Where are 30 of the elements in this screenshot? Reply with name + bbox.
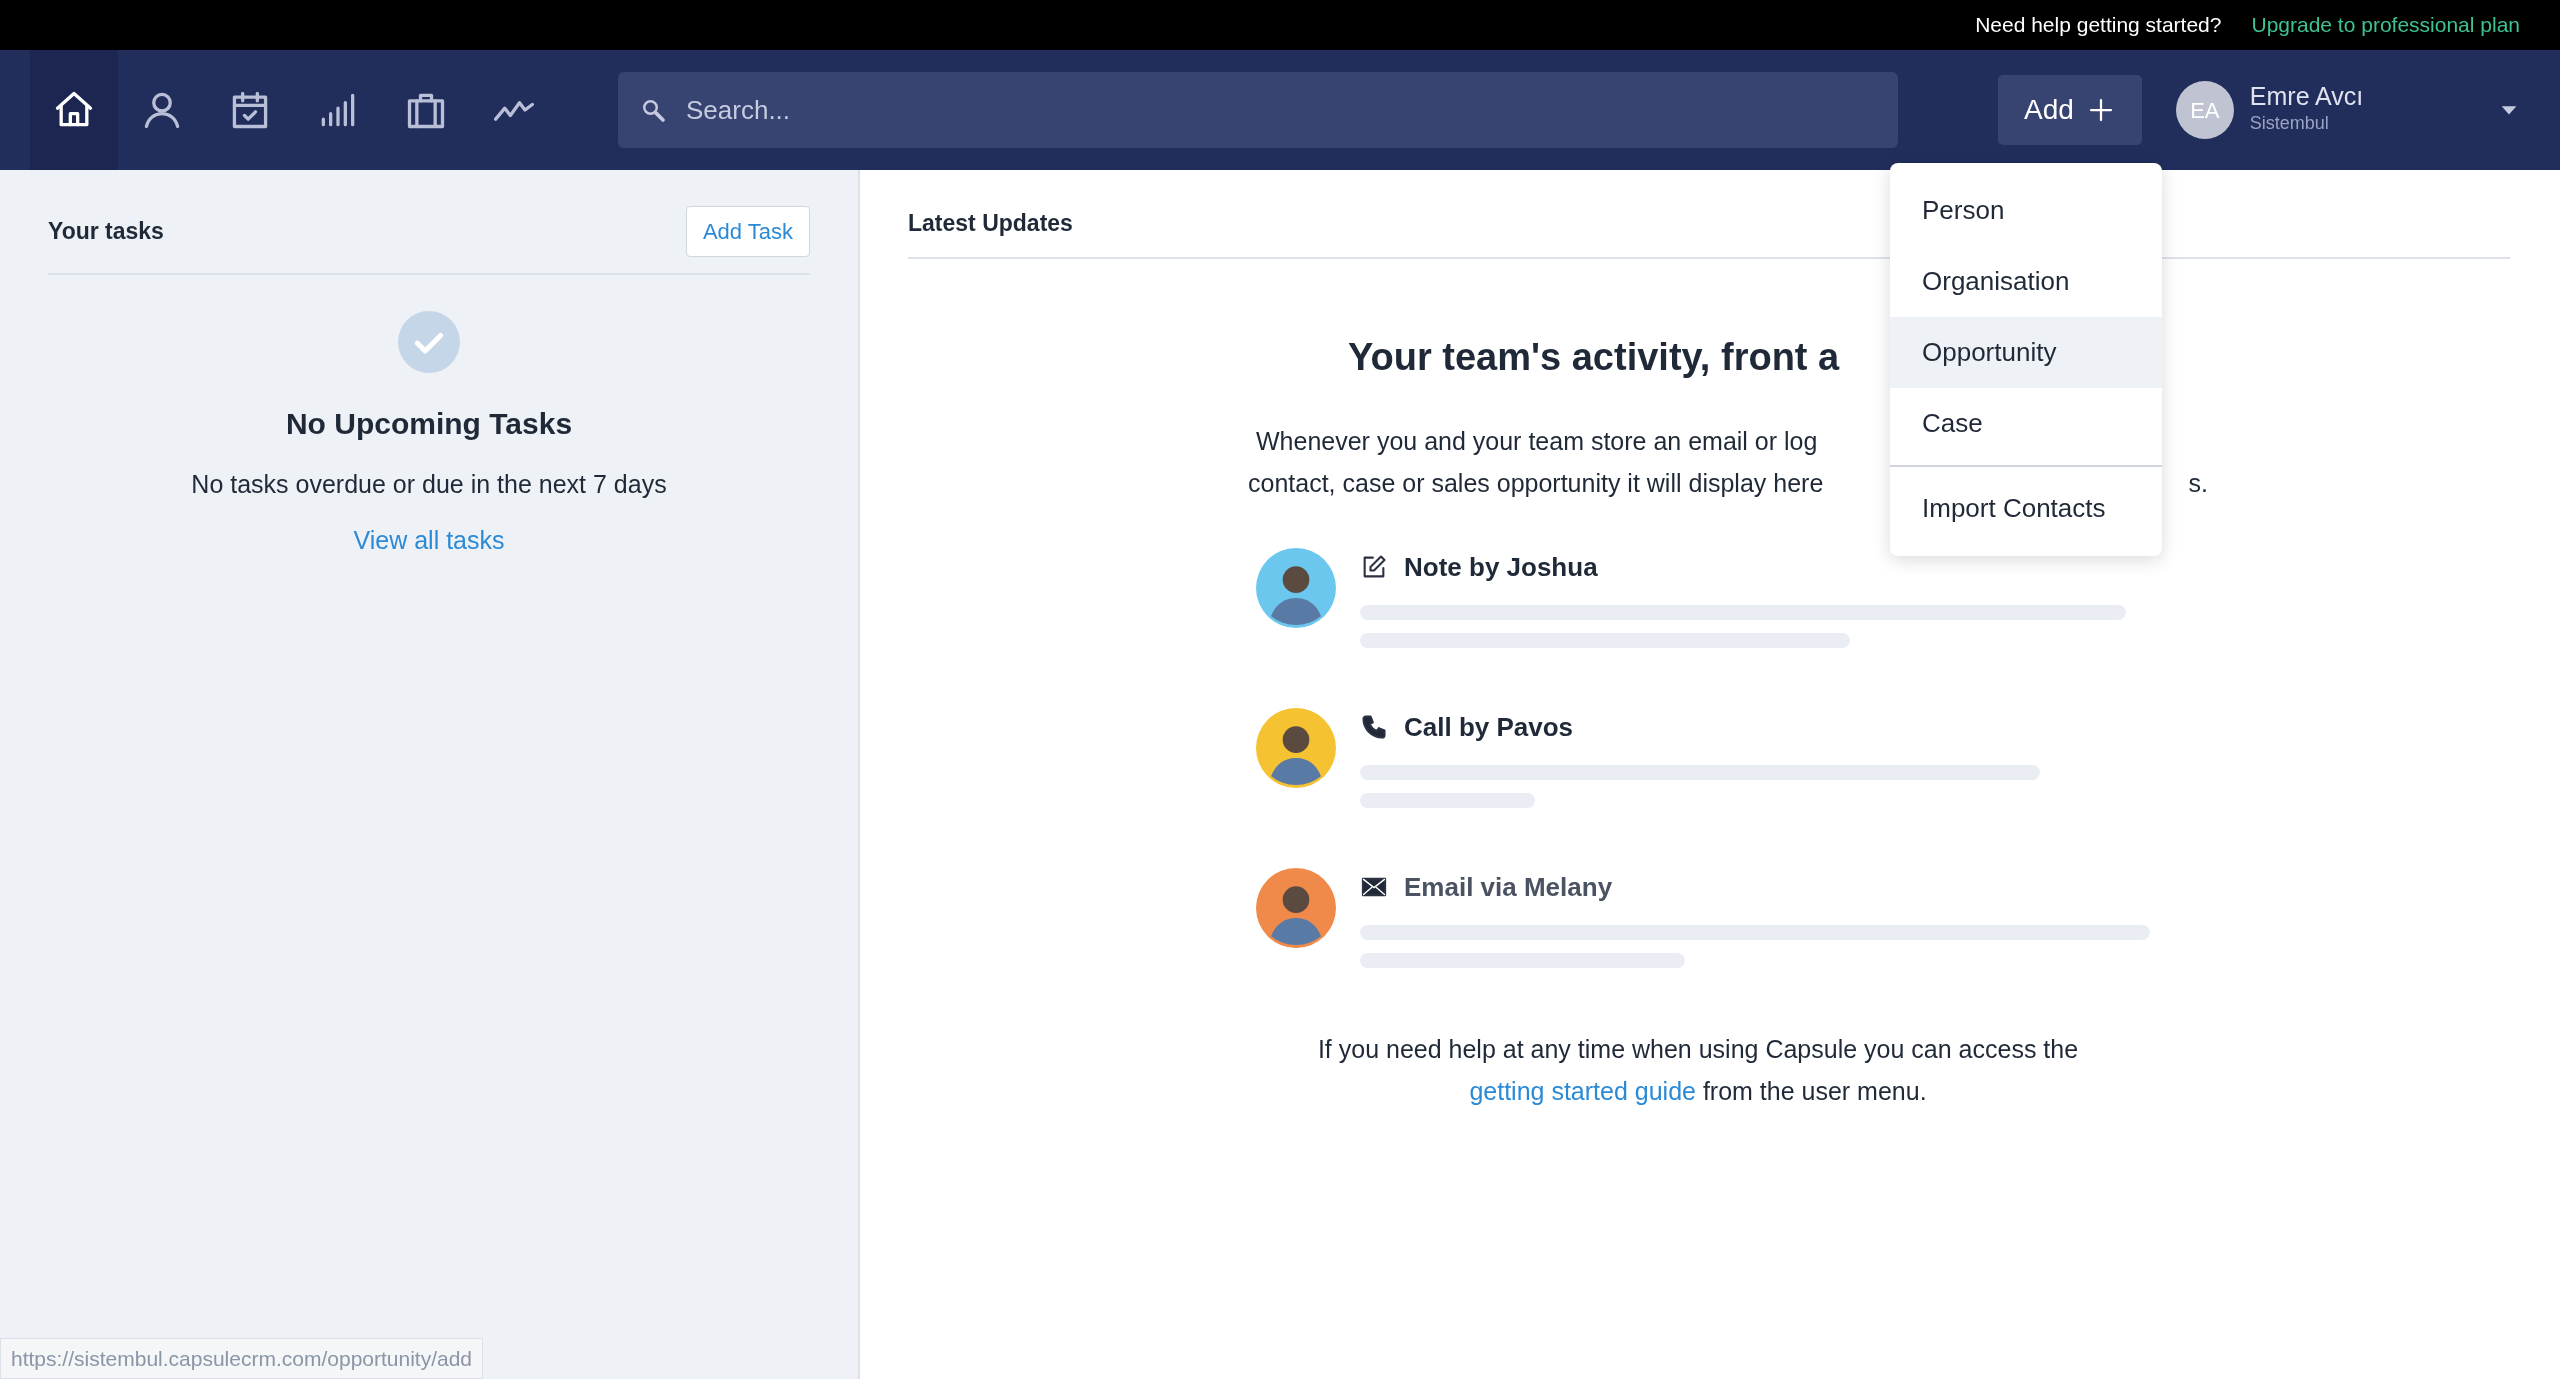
panel-title: Your tasks bbox=[48, 217, 164, 247]
empty-title: No Upcoming Tasks bbox=[285, 406, 573, 442]
help-text: Need help getting started? bbox=[1975, 12, 2222, 39]
intro-text: s. bbox=[2188, 467, 2208, 499]
menu-item[interactable]: Opportunity bbox=[1890, 317, 2162, 388]
activity-heading: Your team's activity, front a bbox=[1348, 334, 1840, 380]
help-text: If you need help at any time when using Capsule you can access the getting started guide from the user menu. bbox=[1316, 1033, 2080, 1107]
activity-title: Call by Pavos bbox=[1404, 710, 1574, 744]
status-url: https://sistembul.capsulecrm.com/opportunity/add bbox=[0, 1337, 484, 1379]
intro-text: contact, case or sales opportunity it will display here bbox=[1248, 467, 1824, 499]
check-circle-icon bbox=[398, 311, 460, 373]
menu-item[interactable]: Person bbox=[1890, 175, 2162, 246]
getting-started-link[interactable]: getting started guide bbox=[1469, 1076, 1696, 1105]
panel-title: Latest Updates bbox=[908, 209, 1073, 238]
user-name: Emre Avcı bbox=[2249, 82, 2365, 111]
activity-title: Email via Melany bbox=[1404, 870, 1613, 904]
empty-text: No tasks overdue or due in the next 7 days bbox=[191, 469, 667, 500]
add-button[interactable]: Add bbox=[1998, 75, 2142, 145]
menu-item[interactable]: Case bbox=[1890, 388, 2162, 459]
menu-item[interactable]: Import Contacts bbox=[1890, 473, 2162, 544]
search-field[interactable]: Search... bbox=[618, 72, 1898, 148]
nav-tab[interactable] bbox=[30, 50, 118, 170]
activity-title: Note by Joshua bbox=[1404, 550, 1598, 584]
intro-text: Whenever you and your team store an email or log bbox=[1256, 425, 1818, 457]
add-task-button[interactable]: Add Task bbox=[685, 206, 810, 257]
phone-icon bbox=[1360, 713, 1388, 741]
organisation-name: Sistembul bbox=[2249, 112, 2330, 136]
upgrade-link[interactable]: Upgrade to professional plan bbox=[2251, 9, 2520, 41]
menu-item[interactable]: Organisation bbox=[1890, 246, 2162, 317]
user-avatar: EA bbox=[2175, 81, 2234, 139]
